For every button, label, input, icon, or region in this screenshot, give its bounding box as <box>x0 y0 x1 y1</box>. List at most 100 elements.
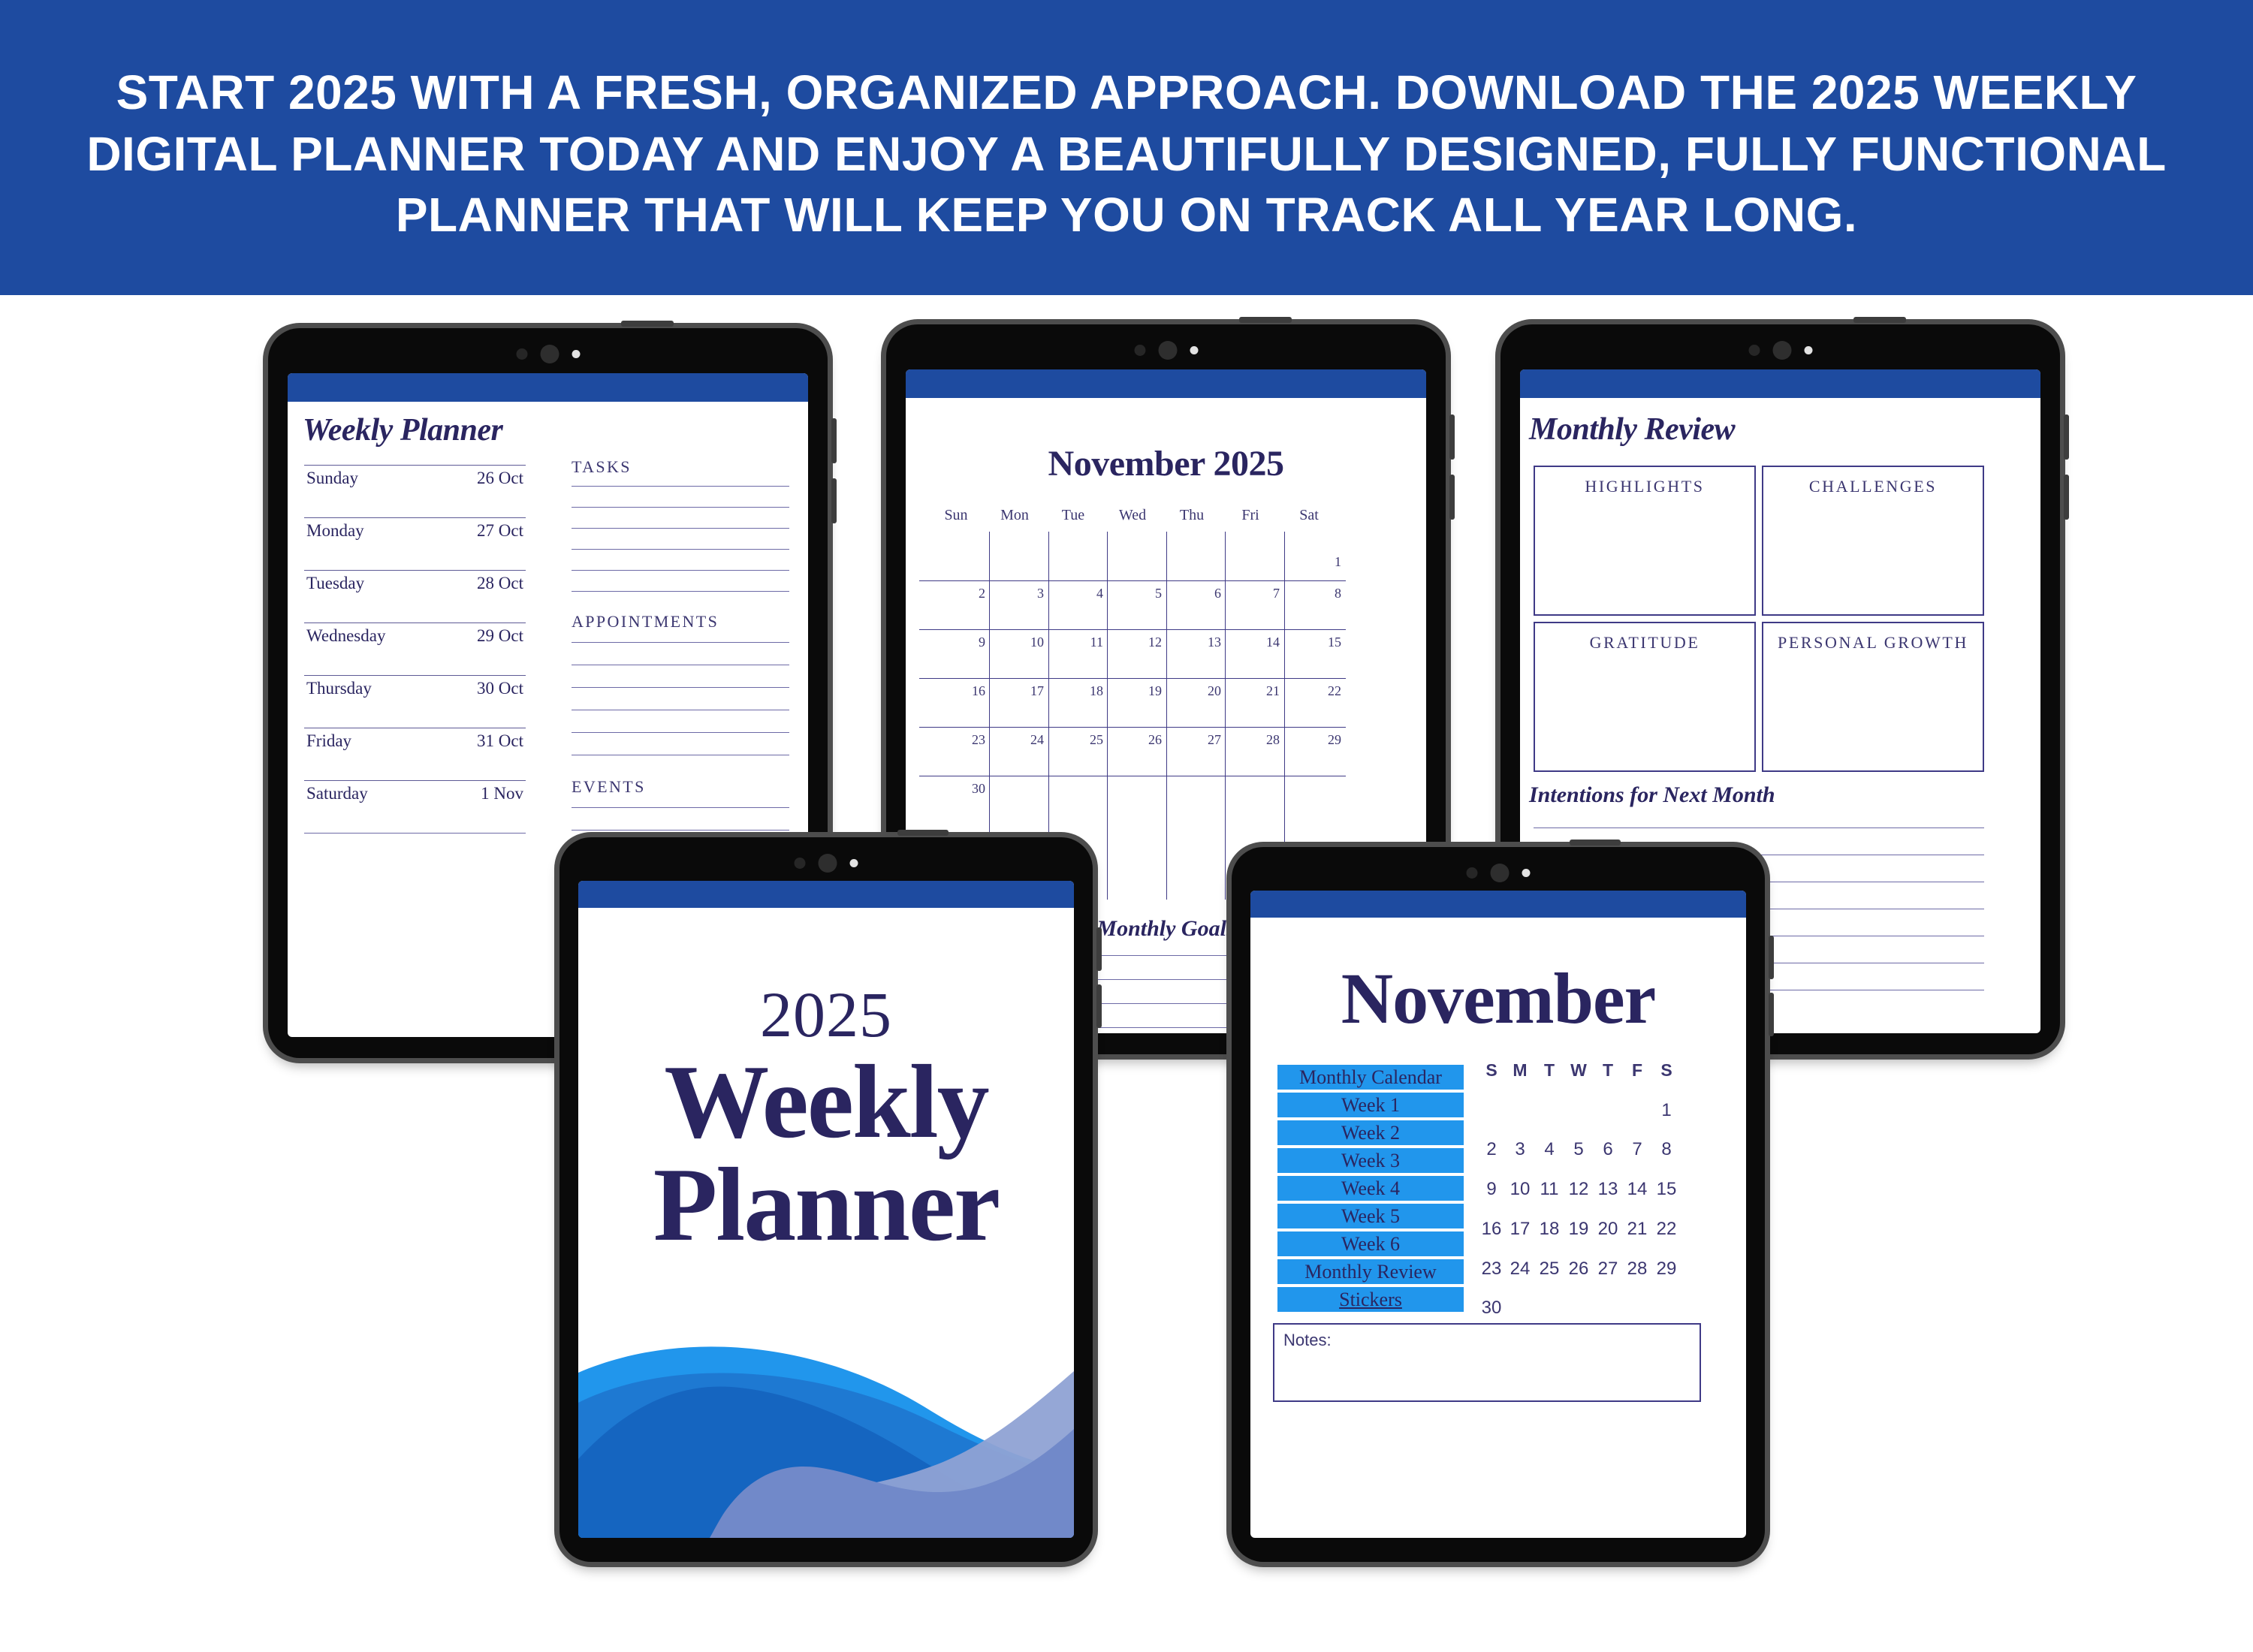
nav-button-week-1[interactable]: Week 1 <box>1277 1093 1464 1117</box>
task-line[interactable] <box>572 486 789 487</box>
appointment-line[interactable] <box>572 687 789 688</box>
calendar-day-cell[interactable]: 15 <box>1289 635 1341 650</box>
mini-day-cell[interactable]: 30 <box>1473 1298 1510 1319</box>
light-sensor-icon <box>572 350 580 358</box>
calendar-day-cell[interactable]: 1 <box>1289 554 1341 570</box>
nav-button-week-6[interactable]: Week 6 <box>1277 1231 1464 1256</box>
calendar-day-cell[interactable]: 7 <box>1227 586 1280 601</box>
promo-banner: START 2025 WITH A FRESH, ORGANIZED APPRO… <box>0 0 2253 295</box>
nav-button-label: Week 2 <box>1341 1121 1401 1144</box>
volume-button-2[interactable] <box>831 478 837 523</box>
day-row[interactable]: Wednesday 29 Oct <box>304 623 526 675</box>
power-button[interactable] <box>1853 317 1906 323</box>
task-line[interactable] <box>572 549 789 550</box>
calendar-day-cell[interactable]: 2 <box>933 586 985 601</box>
mini-day-cell[interactable]: 15 <box>1648 1179 1685 1200</box>
mini-day-cell[interactable]: 8 <box>1648 1139 1685 1160</box>
task-line[interactable] <box>572 570 789 571</box>
calendar-day-cell[interactable]: 6 <box>1169 586 1221 601</box>
task-line[interactable] <box>572 591 789 592</box>
calendar-grid-line <box>1107 532 1108 900</box>
mini-day-cell[interactable]: 29 <box>1648 1259 1685 1280</box>
calendar-day-cell[interactable]: 11 <box>1051 635 1103 650</box>
calendar-day-cell[interactable]: 25 <box>1051 732 1103 748</box>
task-line[interactable] <box>572 528 789 529</box>
calendar-day-cell[interactable]: 30 <box>933 781 985 797</box>
nav-button-week-4[interactable]: Week 4 <box>1277 1176 1464 1201</box>
day-row[interactable]: Sunday 26 Oct <box>304 465 526 517</box>
appointment-line[interactable] <box>572 732 789 733</box>
task-line[interactable] <box>572 507 789 508</box>
dow-header: Fri <box>1241 507 1259 523</box>
volume-button[interactable] <box>1096 927 1102 971</box>
app-header-band <box>1250 891 1746 918</box>
light-sensor-icon <box>849 859 858 867</box>
calendar-day-cell[interactable]: 12 <box>1109 635 1162 650</box>
calendar-day-cell[interactable]: 14 <box>1227 635 1280 650</box>
calendar-day-cell[interactable]: 21 <box>1227 683 1280 699</box>
volume-button[interactable] <box>1449 415 1455 460</box>
day-row[interactable]: Saturday 1 Nov <box>304 780 526 833</box>
calendar-day-cell[interactable]: 23 <box>933 732 985 748</box>
calendar-day-cell[interactable]: 28 <box>1227 732 1280 748</box>
volume-button-2[interactable] <box>2064 475 2069 520</box>
calendar-day-cell[interactable]: 16 <box>933 683 985 699</box>
day-row[interactable]: Tuesday 28 Oct <box>304 570 526 623</box>
volume-button[interactable] <box>831 418 837 463</box>
mini-day-cell[interactable]: 1 <box>1648 1100 1685 1121</box>
event-line[interactable] <box>572 830 789 831</box>
calendar-day-cell[interactable]: 20 <box>1169 683 1221 699</box>
nav-button-week-5[interactable]: Week 5 <box>1277 1204 1464 1228</box>
review-box-personal-growth[interactable]: PERSONAL GROWTH <box>1762 622 1984 772</box>
review-box-challenges[interactable]: CHALLENGES <box>1762 466 1984 616</box>
cover-title: Weekly Planner <box>578 1049 1074 1257</box>
nav-button-week-2[interactable]: Week 2 <box>1277 1120 1464 1145</box>
calendar-day-cell[interactable]: 4 <box>1051 586 1103 601</box>
power-button[interactable] <box>1570 840 1621 846</box>
volume-button-2[interactable] <box>1769 993 1774 1036</box>
review-box-highlights[interactable]: HIGHLIGHTS <box>1534 466 1756 616</box>
appointment-line[interactable] <box>572 642 789 643</box>
calendar-day-cell[interactable]: 13 <box>1169 635 1221 650</box>
calendar-day-cell[interactable]: 5 <box>1109 586 1162 601</box>
nav-button-stickers[interactable]: Stickers <box>1277 1287 1464 1312</box>
day-row[interactable]: Monday 27 Oct <box>304 517 526 570</box>
section-label-tasks: TASKS <box>572 457 632 476</box>
calendar-day-cell[interactable]: 29 <box>1289 732 1341 748</box>
calendar-day-cell[interactable]: 18 <box>1051 683 1103 699</box>
calendar-day-cell[interactable]: 3 <box>991 586 1044 601</box>
review-box-gratitude[interactable]: GRATITUDE <box>1534 622 1756 772</box>
dow-header: Sat <box>1299 507 1319 523</box>
calendar-day-cell[interactable]: 26 <box>1109 732 1162 748</box>
calendar-day-cell[interactable]: 8 <box>1289 586 1341 601</box>
volume-button-2[interactable] <box>1449 475 1455 520</box>
nav-button-monthly-calendar[interactable]: Monthly Calendar <box>1277 1065 1464 1090</box>
mini-day-cell[interactable]: 22 <box>1648 1219 1685 1240</box>
event-line[interactable] <box>572 807 789 808</box>
light-sensor-icon <box>1804 346 1812 354</box>
nav-button-monthly-review[interactable]: Monthly Review <box>1277 1259 1464 1284</box>
sensor-dot-icon <box>1134 345 1145 356</box>
nav-button-week-3[interactable]: Week 3 <box>1277 1148 1464 1173</box>
day-date: 26 Oct <box>477 469 523 487</box>
calendar-day-cell[interactable]: 22 <box>1289 683 1341 699</box>
calendar-day-cell[interactable]: 19 <box>1109 683 1162 699</box>
calendar-day-cell[interactable]: 27 <box>1169 732 1221 748</box>
volume-button[interactable] <box>1769 936 1774 979</box>
calendar-day-cell[interactable]: 24 <box>991 732 1044 748</box>
mini-dow-header: S <box>1660 1060 1672 1080</box>
page-title: Weekly Planner <box>303 413 503 448</box>
volume-button[interactable] <box>2064 415 2069 460</box>
day-row[interactable]: Thursday 30 Oct <box>304 675 526 728</box>
calendar-day-cell[interactable]: 17 <box>991 683 1044 699</box>
power-button[interactable] <box>897 830 949 836</box>
power-button[interactable] <box>621 321 674 327</box>
front-camera-cluster <box>1748 341 1812 360</box>
page-title: Monthly Review <box>1529 412 1736 447</box>
day-row[interactable]: Friday 31 Oct <box>304 728 526 780</box>
notes-box[interactable]: Notes: <box>1273 1323 1701 1402</box>
power-button[interactable] <box>1239 317 1292 323</box>
volume-button-2[interactable] <box>1096 984 1102 1028</box>
calendar-day-cell[interactable]: 9 <box>933 635 985 650</box>
calendar-day-cell[interactable]: 10 <box>991 635 1044 650</box>
